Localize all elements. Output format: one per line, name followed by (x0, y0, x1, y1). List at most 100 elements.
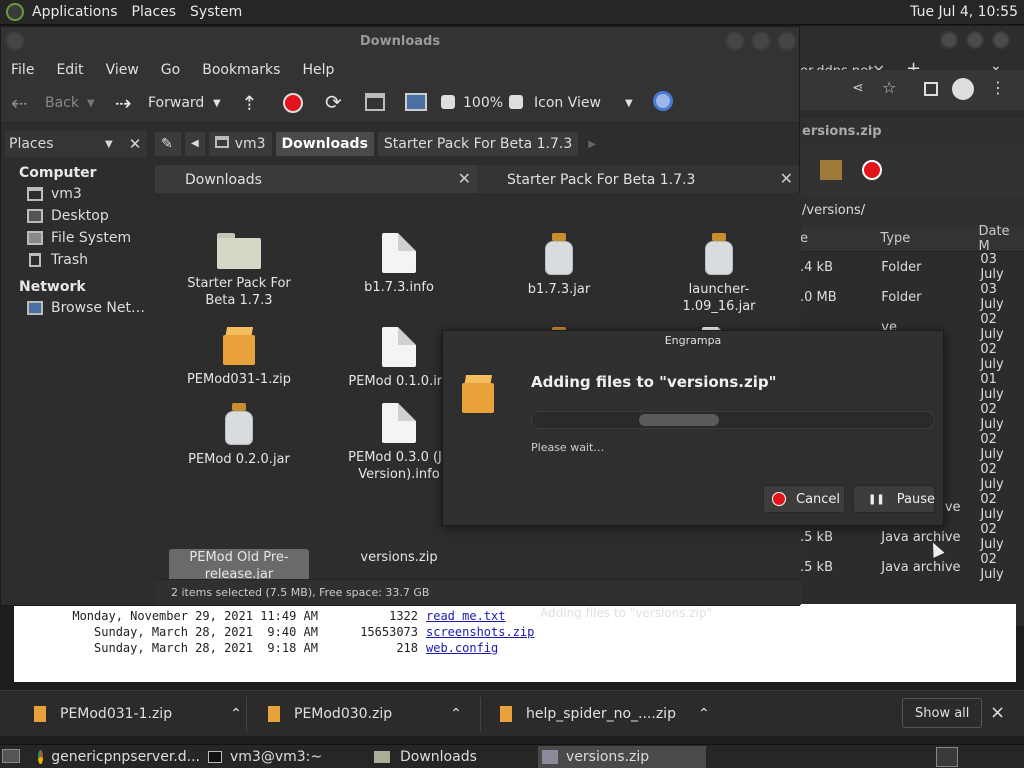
places-menu[interactable]: Places (132, 4, 177, 20)
menu-file[interactable]: File (11, 62, 34, 78)
breadcrumb-vm3[interactable]: vm3 (208, 132, 272, 156)
task-terminal[interactable]: vm3@vm3:~ (204, 746, 368, 768)
up-arrow-icon[interactable]: ⇡ (241, 91, 258, 115)
listing-link[interactable]: read me.txt (426, 609, 505, 623)
chevron-up-icon[interactable]: ⌃ (450, 706, 462, 722)
show-all-button[interactable]: Show all (902, 698, 983, 728)
listing-date: Monday, November 29, 2021 11:49 AM (72, 609, 318, 623)
table-row[interactable]: .5 kB Java archive 02 July (800, 552, 1024, 582)
star-icon[interactable]: ☆ (882, 78, 896, 97)
download-item[interactable]: PEMod030.zip ⌃ (268, 701, 462, 727)
back-button[interactable]: Back (45, 95, 79, 111)
clock[interactable]: Tue Jul 4, 10:55 (910, 4, 1018, 20)
view-mode-select[interactable]: Icon View (534, 95, 601, 111)
window-minimize-button[interactable] (725, 31, 745, 51)
table-row[interactable]: .5 kB Java archive 02 July (800, 522, 1024, 552)
system-menu[interactable]: System (190, 4, 242, 20)
file-item[interactable]: PEMod031-1.zip (159, 327, 319, 388)
sidebar-item-trash[interactable]: Trash (5, 249, 147, 271)
download-item[interactable]: help_spider_no_....zip ⌃ (500, 701, 710, 727)
sidebar-item-vm3[interactable]: vm3 (5, 183, 147, 205)
close-downloads-button[interactable]: × (990, 699, 1005, 725)
breadcrumb-starter-pack[interactable]: Starter Pack For Beta 1.7.3 (377, 132, 579, 156)
cancel-button[interactable]: Cancel (763, 485, 845, 513)
show-desktop-icon[interactable] (2, 749, 20, 763)
window-maximize-button[interactable] (751, 31, 771, 51)
file-item[interactable]: b1.7.3.jar (479, 233, 639, 298)
window-menu-button[interactable] (5, 31, 25, 51)
listing-link[interactable]: screenshots.zip (426, 625, 534, 639)
zoom-in-icon[interactable] (509, 95, 523, 109)
download-item[interactable]: PEMod031-1.zip ⌃ (34, 701, 242, 727)
file-item[interactable]: PEMod 0.2.0.jar (159, 403, 319, 468)
path-back-arrow[interactable]: ◀ (185, 132, 205, 156)
file-item[interactable]: b1.7.3.info (319, 233, 479, 296)
file-item[interactable]: launcher-1.09_16.jar (639, 233, 799, 315)
table-row[interactable]: .4 kB Folder 03 July (800, 252, 1024, 282)
archive-location[interactable]: /versions/ (800, 196, 1024, 226)
menu-view[interactable]: View (106, 62, 139, 78)
tab-starter-pack[interactable]: Starter Pack For Beta 1.7.3 ✕ (477, 165, 799, 193)
forward-dropdown-icon[interactable]: ▼ (213, 98, 221, 109)
home-icon[interactable] (365, 93, 385, 111)
column-type[interactable]: Type (880, 231, 978, 246)
sidebar-dropdown-icon[interactable]: ▼ (105, 139, 113, 150)
tab-downloads[interactable]: Downloads ✕ (155, 165, 477, 193)
menu-edit[interactable]: Edit (56, 62, 83, 78)
trash-icon (29, 253, 41, 267)
sidebar-item-browse-network[interactable]: Browse Net… (5, 297, 147, 319)
edit-location-button[interactable]: ✎ (155, 132, 181, 156)
chevron-up-icon[interactable]: ⌃ (698, 706, 710, 722)
mate-logo-icon[interactable] (6, 3, 24, 21)
window-close-button[interactable] (777, 31, 797, 51)
window-close-button[interactable] (992, 31, 1010, 49)
zoom-level[interactable]: 100% (463, 95, 503, 111)
table-row[interactable]: .0 MB Folder 03 July (800, 282, 1024, 312)
avatar[interactable] (952, 78, 974, 100)
task-browser[interactable]: genericpnpserver.d... (34, 746, 200, 768)
menu-go[interactable]: Go (161, 62, 180, 78)
cell-date: 02 July (980, 342, 1004, 372)
share-icon[interactable]: ⋖ (852, 80, 864, 96)
pause-button[interactable]: ❚❚ Pause (853, 485, 935, 513)
menu-bookmarks[interactable]: Bookmarks (202, 62, 280, 78)
column-size[interactable]: e (800, 231, 880, 246)
applications-menu[interactable]: Applications (32, 4, 118, 20)
file-item[interactable]: Starter Pack For Beta 1.7.3 (159, 233, 319, 309)
column-date[interactable]: Date M (978, 224, 1024, 254)
window-maximize-button[interactable] (966, 31, 984, 49)
close-icon[interactable]: ✕ (458, 169, 471, 188)
window-minimize-button[interactable] (940, 31, 958, 49)
search-icon[interactable] (653, 91, 673, 111)
forward-button[interactable]: Forward (148, 95, 204, 111)
tab-label: Starter Pack For Beta 1.7.3 (507, 172, 696, 188)
menu-help[interactable]: Help (302, 62, 334, 78)
zoom-out-icon[interactable] (441, 95, 455, 109)
sidebar-item-filesystem[interactable]: File System (5, 227, 147, 249)
sidebar-item-desktop[interactable]: Desktop (5, 205, 147, 227)
listing-size: 218 (396, 641, 418, 655)
reload-icon[interactable]: ⟳ (325, 90, 342, 114)
breadcrumb-downloads[interactable]: Downloads (275, 132, 374, 156)
back-dropdown-icon[interactable]: ▼ (87, 98, 95, 109)
sidebar-icon[interactable] (924, 82, 938, 96)
task-versions-zip[interactable]: versions.zip (538, 746, 706, 768)
menu-dots-icon[interactable]: ⋮ (990, 78, 1006, 97)
file-item[interactable]: versions.zip (319, 549, 479, 566)
file-item[interactable]: PEMod Old Pre-release.jar (159, 549, 319, 583)
workspace-switcher[interactable] (936, 747, 958, 767)
path-forward-arrow[interactable]: ▶ (588, 139, 596, 150)
view-dropdown-icon[interactable]: ▼ (625, 98, 633, 109)
close-icon[interactable]: ✕ (780, 169, 793, 188)
sidebar-title[interactable]: Places (9, 136, 105, 152)
cell-date: 02 July (980, 312, 1004, 342)
chevron-up-icon[interactable]: ⌃ (230, 706, 242, 722)
task-downloads[interactable]: Downloads (370, 746, 536, 768)
stop-icon[interactable] (283, 93, 303, 113)
sidebar-close-icon[interactable]: ✕ (129, 135, 142, 153)
tab-bar: Downloads ✕ Starter Pack For Beta 1.7.3 ✕ (155, 165, 801, 193)
extract-icon[interactable] (820, 160, 842, 180)
stop-icon[interactable] (862, 160, 882, 180)
computer-icon[interactable] (405, 93, 427, 111)
listing-link[interactable]: web.config (426, 641, 498, 655)
